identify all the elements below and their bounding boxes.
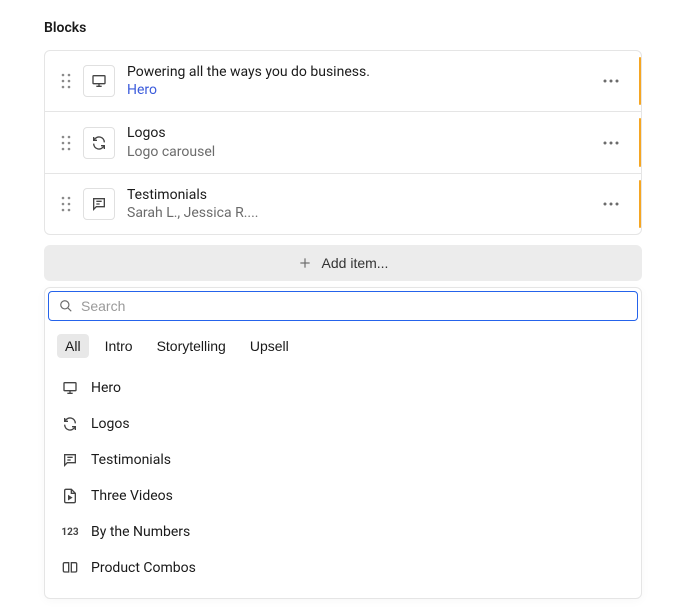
- row-accent: [639, 180, 641, 228]
- file-video-icon: [61, 487, 79, 505]
- filter-chip-all[interactable]: All: [57, 334, 89, 358]
- row-accent: [639, 57, 641, 105]
- block-title: Powering all the ways you do business.: [127, 63, 597, 81]
- block-subtitle[interactable]: Hero: [127, 81, 597, 99]
- option-label: Product Combos: [91, 560, 196, 576]
- block-text: Testimonials Sarah L., Jessica R....: [127, 186, 597, 222]
- filter-chip-storytelling[interactable]: Storytelling: [149, 334, 234, 358]
- section-title: Blocks: [44, 20, 642, 36]
- option-label: Hero: [91, 380, 121, 396]
- search-input[interactable]: [81, 298, 627, 314]
- drag-handle-icon[interactable]: [55, 196, 77, 212]
- more-options-button[interactable]: [597, 190, 625, 218]
- block-row[interactable]: Powering all the ways you do business. H…: [45, 51, 641, 112]
- option-logos[interactable]: Logos: [51, 406, 635, 442]
- filter-chip-intro[interactable]: Intro: [97, 334, 141, 358]
- refresh-icon: [83, 127, 115, 159]
- option-by-the-numbers[interactable]: 123 By the Numbers: [51, 514, 635, 550]
- block-subtitle: Sarah L., Jessica R....: [127, 204, 597, 222]
- block-row[interactable]: Testimonials Sarah L., Jessica R....: [45, 174, 641, 234]
- option-hero[interactable]: Hero: [51, 370, 635, 406]
- blocks-list: Powering all the ways you do business. H…: [44, 50, 642, 235]
- drag-handle-icon[interactable]: [55, 73, 77, 89]
- option-label: Three Videos: [91, 488, 173, 504]
- option-list: Hero Logos Testimonials Three Videos: [45, 366, 641, 590]
- message-icon: [61, 451, 79, 469]
- filter-chip-upsell[interactable]: Upsell: [242, 334, 297, 358]
- search-icon: [59, 299, 73, 313]
- option-three-videos[interactable]: Three Videos: [51, 478, 635, 514]
- numbers-icon: 123: [61, 523, 79, 541]
- option-product-combos[interactable]: Product Combos: [51, 550, 635, 586]
- block-text: Logos Logo carousel: [127, 124, 597, 160]
- add-item-label: Add item...: [322, 255, 389, 271]
- option-testimonials[interactable]: Testimonials: [51, 442, 635, 478]
- filter-row: All Intro Storytelling Upsell: [45, 324, 641, 366]
- option-label: Testimonials: [91, 452, 171, 468]
- more-options-button[interactable]: [597, 67, 625, 95]
- add-item-dropdown: All Intro Storytelling Upsell Hero Logos: [44, 287, 642, 599]
- block-text: Powering all the ways you do business. H…: [127, 63, 597, 99]
- refresh-icon: [61, 415, 79, 433]
- row-accent: [639, 118, 641, 166]
- message-icon: [83, 188, 115, 220]
- block-title: Logos: [127, 124, 597, 142]
- book-icon: [61, 559, 79, 577]
- block-title: Testimonials: [127, 186, 597, 204]
- search-field[interactable]: [48, 291, 638, 321]
- plus-icon: [298, 256, 312, 270]
- monitor-icon: [61, 379, 79, 397]
- more-options-button[interactable]: [597, 129, 625, 157]
- block-row[interactable]: Logos Logo carousel: [45, 112, 641, 173]
- drag-handle-icon[interactable]: [55, 135, 77, 151]
- monitor-icon: [83, 65, 115, 97]
- block-subtitle: Logo carousel: [127, 143, 597, 161]
- option-label: Logos: [91, 416, 130, 432]
- add-item-button[interactable]: Add item...: [44, 245, 642, 281]
- option-label: By the Numbers: [91, 524, 190, 540]
